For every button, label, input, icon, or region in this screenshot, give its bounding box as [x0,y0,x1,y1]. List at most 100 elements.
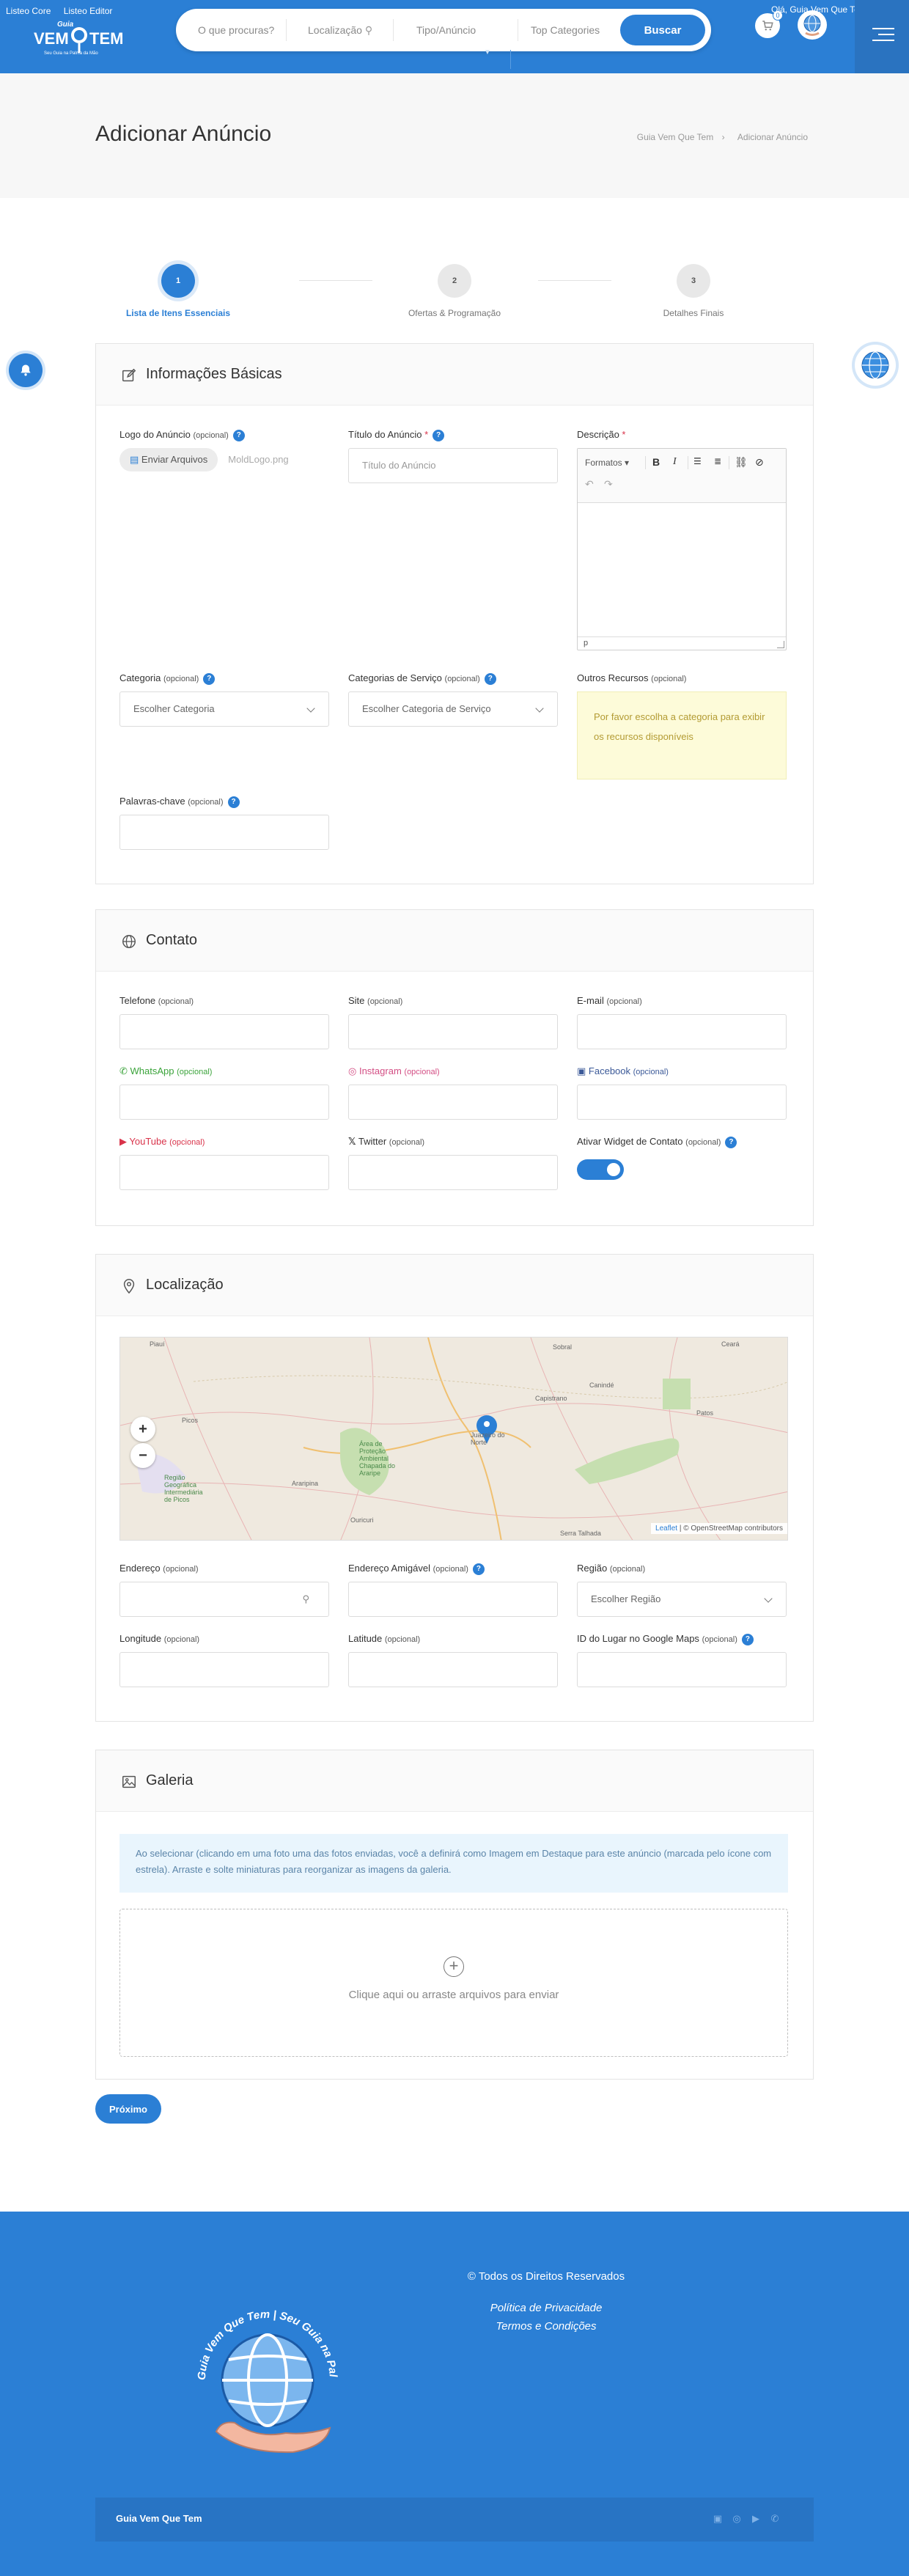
optional-tag: (opcional) [609,1565,646,1574]
leaflet-link[interactable]: Leaflet [655,1524,677,1533]
whatsapp-icon: ✆ [119,1065,128,1076]
privacy-link[interactable]: Política de Privacidade [183,2302,909,2314]
field-label: ◎ Instagram (opcional) [348,1065,558,1080]
whatsapp-input[interactable] [119,1085,329,1120]
gallery-notice: Ao selecionar (clicando em uma foto uma … [119,1834,788,1893]
step-number: 2 [438,264,471,298]
search-location-input[interactable]: Localização ⚲ [308,21,372,40]
google-place-input[interactable] [577,1652,787,1687]
label-text: ID do Lugar no Google Maps [577,1633,699,1644]
bullet-list-icon[interactable]: ☰ [693,456,702,466]
address-input[interactable]: ⚲ [119,1582,329,1617]
keywords-input[interactable] [119,815,329,850]
map-label: Picos [182,1417,199,1424]
phone-input[interactable] [119,1014,329,1049]
label-text: Ativar Widget de Contato [577,1136,683,1147]
numbered-list-icon[interactable]: ≣ [714,456,721,466]
help-icon[interactable]: ? [203,672,216,685]
youtube-icon[interactable]: ▶ [749,2512,762,2525]
resize-handle[interactable] [777,641,784,648]
longitude-input[interactable] [119,1652,329,1687]
help-icon[interactable]: ? [232,429,245,441]
formats-dropdown[interactable]: Formatos ▾ [585,458,629,468]
latitude-input[interactable] [348,1652,558,1687]
listing-title-input[interactable]: Título do Anúncio [348,448,558,483]
facebook-icon[interactable]: ▣ [711,2512,724,2525]
label-text: Categoria [119,672,161,683]
redo-icon[interactable]: ↷ [604,478,613,491]
label-text: WhatsApp [130,1065,174,1076]
help-icon[interactable]: ? [484,672,496,685]
panel-title: Galeria [146,1772,194,1788]
hamburger-menu-button[interactable] [855,0,909,73]
search-what-input[interactable]: O que procuras? [198,21,274,40]
link-icon[interactable]: ⛓ [735,456,748,469]
location-map[interactable]: Piauí Ceará Canindé Sobral Picos Capistr… [119,1337,788,1541]
youtube-input[interactable] [119,1155,329,1190]
optional-tag: (opcional) [702,1635,737,1644]
panel-title: Localização [146,1277,224,1293]
optional-tag: (opcional) [606,997,642,1006]
facebook-input[interactable] [577,1085,787,1120]
search-button[interactable]: Buscar [620,15,705,45]
search-divider [393,19,394,41]
optional-tag: (opcional) [188,798,224,807]
dropzone-text: Clique aqui ou arraste arquivos para env… [348,1989,559,2001]
search-type-select[interactable]: Tipo/Anúncio [416,21,476,40]
undo-icon[interactable]: ↶ [585,478,594,491]
region-select[interactable]: Escolher Região [577,1582,787,1617]
chevron-down-icon: ▼ [484,48,491,56]
youtube-field: ▶ YouTube (opcional) [119,1136,329,1190]
help-icon[interactable]: ? [725,1136,737,1148]
panel-header: Localização [96,1255,813,1316]
service-categories-select[interactable]: Escolher Categoria de Serviço [348,691,558,727]
description-editor[interactable]: Formatos ▾ B I ☰ ≣ ⛓ ⊘ ↶ ↷ p [577,448,787,650]
location-pin-icon: ⚲ [364,24,373,36]
category-select[interactable]: Escolher Categoria [119,691,329,727]
image-icon [122,1775,136,1788]
gallery-dropzone[interactable]: + Clique aqui ou arraste arquivos para e… [119,1909,788,2057]
help-icon[interactable]: ? [741,1633,754,1645]
floating-globe-button[interactable] [855,345,896,386]
breadcrumb-home-link[interactable]: Guia Vem Que Tem [637,132,714,142]
italic-icon[interactable]: I [673,456,677,468]
label-text: Longitude [119,1633,162,1644]
terms-link[interactable]: Termos e Condições [183,2320,909,2333]
panel-header: Informações Básicas [96,344,813,406]
next-button[interactable]: Próximo [95,2094,161,2124]
category-field: Categoria (opcional)? Escolher Categoria [119,672,329,727]
copyright-text: © Todos os Direitos Reservados [467,2270,625,2283]
user-avatar[interactable] [798,10,827,40]
help-icon[interactable]: ? [472,1563,485,1575]
bold-icon[interactable]: B [652,456,660,468]
help-icon[interactable]: ? [227,796,240,808]
whatsapp-icon[interactable]: ✆ [768,2512,781,2525]
friendly-address-input[interactable] [348,1582,558,1617]
contact-widget-toggle[interactable] [577,1159,624,1180]
step-3[interactable]: 3 Detalhes Finais [613,264,774,318]
instagram-input[interactable] [348,1085,558,1120]
unlink-icon[interactable]: ⊘ [755,456,764,469]
friendly-address-field: Endereço Amigável (opcional)? [348,1563,558,1617]
step-1[interactable]: 1 Lista de Itens Essenciais [97,264,259,318]
site-input[interactable] [348,1014,558,1049]
map-label: Serra Talhada [560,1530,601,1537]
twitter-input[interactable] [348,1155,558,1190]
zoom-in-button[interactable]: + [130,1417,155,1442]
field-label: ✆ WhatsApp (opcional) [119,1065,329,1080]
help-icon[interactable]: ? [433,429,445,441]
site-logo[interactable]: Guia VEM TEM Seu Guia na Palma da Mão [31,9,128,67]
upload-button[interactable]: ▤ Enviar Arquivos [119,448,218,471]
field-label: Categorias de Serviço (opcional)? [348,672,558,687]
menu-line [872,28,894,29]
svg-text:VEM: VEM [34,29,69,48]
user-greeting[interactable]: Olá, Guia Vem Que Tem [771,4,866,15]
edit-icon [122,368,136,382]
notification-bell-button[interactable] [9,353,43,387]
search-category-select[interactable]: Top Categories [531,21,600,40]
breadcrumb-current: Adicionar Anúncio [737,132,808,142]
zoom-out-button[interactable]: − [130,1443,155,1468]
step-2[interactable]: 2 Ofertas & Programação [374,264,535,318]
instagram-icon[interactable]: ◎ [730,2512,743,2525]
email-input[interactable] [577,1014,787,1049]
